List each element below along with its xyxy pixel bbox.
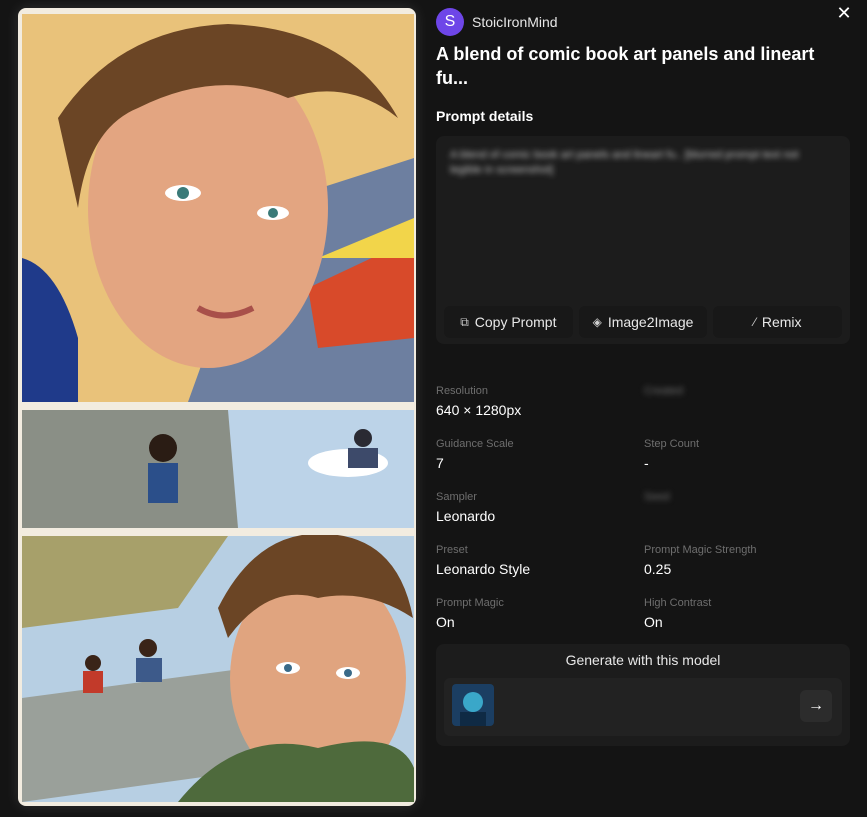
detail-value: On bbox=[644, 614, 663, 630]
arrow-right-icon[interactable]: → bbox=[800, 690, 832, 722]
generated-image[interactable] bbox=[18, 8, 416, 806]
detail-sampler: Sampler Leonardo bbox=[436, 490, 636, 526]
detail-value: Leonardo bbox=[436, 508, 496, 524]
detail-label: Prompt Magic Strength bbox=[644, 544, 757, 556]
prompt-actions: ⧉ Copy Prompt ◈ Image2Image ⁄ Remix bbox=[444, 306, 843, 338]
detail-seed: Seed bbox=[644, 490, 844, 506]
author[interactable]: S StoicIronMind bbox=[436, 8, 558, 36]
wand-icon: ⁄ bbox=[753, 315, 756, 329]
prompt-details-label: Prompt details bbox=[436, 108, 534, 124]
model-thumbnail bbox=[452, 684, 494, 726]
copy-icon: ⧉ bbox=[460, 314, 469, 329]
detail-label: Resolution bbox=[436, 385, 488, 397]
detail-value: 7 bbox=[436, 455, 444, 471]
layers-icon: ◈ bbox=[592, 315, 602, 329]
copy-prompt-button[interactable]: ⧉ Copy Prompt bbox=[444, 306, 573, 338]
copy-prompt-label: Copy Prompt bbox=[474, 314, 557, 330]
avatar: S bbox=[436, 8, 464, 36]
detail-value: - bbox=[644, 455, 649, 471]
detail-prompt-magic-strength: Prompt Magic Strength 0.25 bbox=[644, 543, 844, 579]
detail-label: Preset bbox=[436, 544, 468, 556]
close-icon[interactable]: ✕ bbox=[833, 2, 855, 24]
author-name[interactable]: StoicIronMind bbox=[472, 14, 558, 30]
detail-value: Leonardo Style bbox=[436, 561, 531, 577]
detail-label: High Contrast bbox=[644, 597, 712, 609]
generate-title: Generate with this model bbox=[565, 652, 721, 668]
generate-with-model: Generate with this model → bbox=[436, 644, 850, 746]
remix-label: Remix bbox=[761, 314, 802, 330]
detail-prompt-magic: Prompt Magic On bbox=[436, 596, 636, 632]
detail-label: Created bbox=[644, 385, 684, 397]
remix-button[interactable]: ⁄ Remix bbox=[713, 306, 843, 338]
detail-label: Prompt Magic bbox=[436, 597, 504, 609]
detail-label: Seed bbox=[644, 491, 670, 503]
detail-value: On bbox=[436, 614, 455, 630]
image2image-label: Image2Image bbox=[607, 314, 694, 330]
model-card[interactable]: → bbox=[444, 678, 842, 736]
detail-guidance-scale: Guidance Scale 7 bbox=[436, 437, 636, 473]
prompt-box: A blend of comic book art panels and lin… bbox=[436, 136, 850, 344]
detail-label: Sampler bbox=[436, 491, 477, 503]
detail-preset: Preset Leonardo Style bbox=[436, 543, 636, 579]
detail-step-count: Step Count - bbox=[644, 437, 844, 473]
detail-value: 640 × 1280px bbox=[436, 402, 522, 418]
prompt-text: A blend of comic book art panels and lin… bbox=[450, 149, 799, 176]
detail-resolution: Resolution 640 × 1280px bbox=[436, 384, 636, 420]
detail-created: Created bbox=[644, 384, 844, 400]
detail-label: Step Count bbox=[644, 438, 700, 450]
detail-value: 0.25 bbox=[644, 561, 672, 577]
page-title: A blend of comic book art panels and lin… bbox=[436, 44, 815, 88]
detail-high-contrast: High Contrast On bbox=[644, 596, 844, 632]
detail-label: Guidance Scale bbox=[436, 438, 514, 450]
image2image-button[interactable]: ◈ Image2Image bbox=[578, 306, 708, 338]
